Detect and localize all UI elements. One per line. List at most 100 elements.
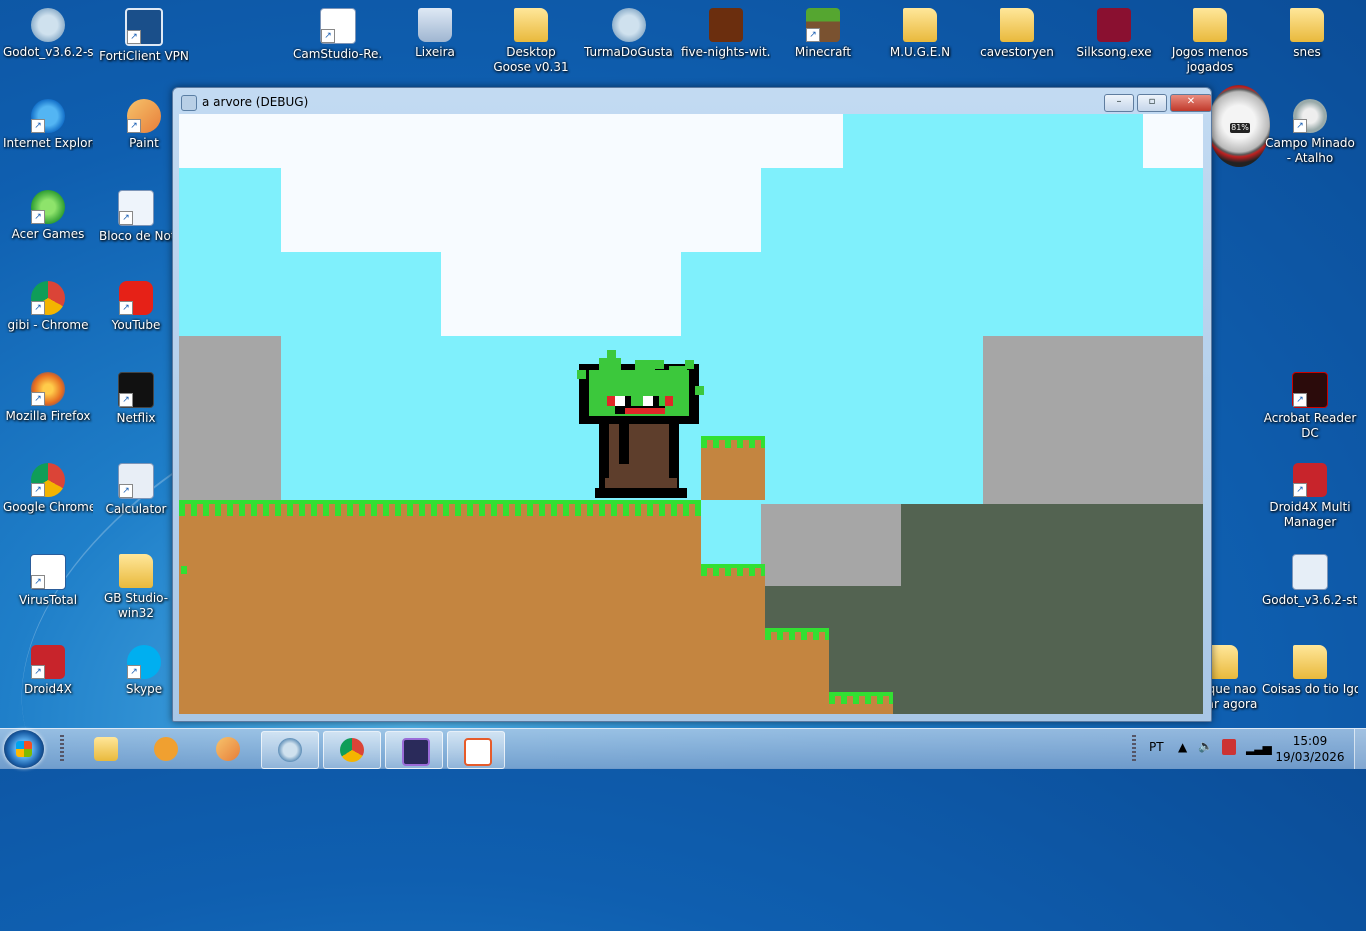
godot-setup-icon <box>1292 554 1328 590</box>
desktop-icon-internet-explorer[interactable]: ↗ Internet Explorer <box>3 99 93 151</box>
folder-icon <box>119 554 153 588</box>
folder-icon <box>514 8 548 42</box>
taskbar-clock[interactable]: 15:09 19/03/2026 <box>1270 733 1350 765</box>
tree-cheek <box>607 396 615 406</box>
chrome-icon: ↗ <box>31 463 65 497</box>
game-viewport[interactable] <box>179 114 1203 714</box>
desktop-icon-forticlient[interactable]: ↗ FortiClient VPN <box>99 8 189 64</box>
desktop-icon-label: Desktop Goose v0.31 <box>493 45 569 74</box>
desktop-icon-label: five-nights-wit... <box>681 45 771 59</box>
game-window[interactable]: a arvore (DEBUG) – ▫ ✕ <box>172 87 1212 722</box>
taskbar-godot[interactable] <box>261 731 319 769</box>
desktop-icon-virustotal[interactable]: ↗ VirusTotal <box>3 554 93 608</box>
desktop-icon-label: cavestoryen <box>980 45 1054 59</box>
start-button[interactable] <box>4 730 44 768</box>
desktop-icon-firefox[interactable]: ↗ Mozilla Firefox <box>3 372 93 424</box>
leaf-pixel <box>695 386 704 395</box>
paint-icon: ↗ <box>127 99 161 133</box>
desktop-icon-youtube[interactable]: ↗ YouTube <box>99 281 173 333</box>
minimize-button[interactable]: – <box>1104 94 1134 112</box>
desktop-icon-label: snes <box>1293 45 1321 59</box>
show-desktop-button[interactable] <box>1354 729 1366 769</box>
taskbar-grip[interactable] <box>60 735 64 763</box>
speaker-icon[interactable]: 🔈 <box>1198 739 1213 753</box>
grass-top <box>179 502 701 516</box>
desktop-icon-snes[interactable]: snes <box>1262 8 1352 60</box>
desktop-icon-label: YouTube <box>111 318 161 332</box>
desktop-icon-minecraft[interactable]: ↗ Minecraft <box>778 8 868 60</box>
firefox-icon: ↗ <box>31 372 65 406</box>
grass-edge <box>179 500 701 504</box>
youtube-icon: ↗ <box>119 281 153 315</box>
desktop-icon-bloco-de-notas[interactable]: ↗ Bloco de Not <box>99 190 173 244</box>
desktop-icon-label: CamStudio-Re... <box>293 47 383 61</box>
tray-grip[interactable] <box>1132 735 1136 763</box>
desktop-icon-turmadogusta[interactable]: TurmaDoGusta... <box>584 8 674 60</box>
acrobat-icon: ↗ <box>1292 372 1328 408</box>
leaf-pixel <box>655 360 664 369</box>
folder-icon <box>903 8 937 42</box>
desktop-icon-camstudio[interactable]: ↗ CamStudio-Re... <box>293 8 383 62</box>
desktop-icon-label: Campo Minado - Atalho <box>1265 136 1355 165</box>
desktop-icon-label: gibi - Chrome <box>7 318 89 332</box>
taskbar-explorer[interactable] <box>78 731 134 767</box>
taskbar-chrome[interactable] <box>323 731 381 769</box>
desktop-icon-label: GB Studio-win32 <box>103 591 169 620</box>
desktop-icon-droid4x[interactable]: ↗ Droid4X <box>3 645 93 697</box>
desktop-icon-gb-studio[interactable]: GB Studio-win32 <box>99 554 173 621</box>
desktop-icon-label: Acrobat Reader DC <box>1263 411 1357 440</box>
signal-icon[interactable]: ▂▃▅ <box>1246 741 1272 755</box>
desktop-icon-mugen[interactable]: M.U.G.E.N <box>875 8 965 60</box>
desktop-icon-netflix[interactable]: ↗ Netflix <box>99 372 173 426</box>
leaf-pixel <box>607 350 616 359</box>
dark-stone-block <box>901 504 1203 714</box>
desktop-icon-jogos-menos-jogados[interactable]: Jogos menos jogados <box>1165 8 1255 75</box>
taskbar-recorder[interactable] <box>447 731 505 769</box>
cloud <box>441 252 681 336</box>
taskbar-media-player[interactable] <box>138 731 194 767</box>
desktop-icon-silksong[interactable]: Silksong.exe <box>1069 8 1159 60</box>
language-indicator[interactable]: PT <box>1149 740 1164 754</box>
desktop-icon-coisas-tio-igor[interactable]: Coisas do tio Igor <box>1262 645 1358 697</box>
folder-icon <box>1293 645 1327 679</box>
desktop-icon-droid4x-multi[interactable]: ↗ Droid4X Multi Manager <box>1262 463 1358 530</box>
desktop-icon-campo-minado[interactable]: ↗ Campo Minado - Atalho <box>1262 99 1358 166</box>
desktop-icon-calculator[interactable]: ↗ Calculator <box>99 463 173 517</box>
desktop-icon-label: Mozilla Firefox <box>5 409 91 423</box>
recorder-icon <box>464 738 492 766</box>
stone-block <box>179 336 281 502</box>
desktop-icon-godot-setup[interactable]: Godot_v3.6.2-st... <box>1262 554 1358 608</box>
grass-edge <box>701 436 765 440</box>
taskbar-game-app[interactable] <box>385 731 443 769</box>
ground-dirt <box>179 500 701 714</box>
netflix-icon: ↗ <box>118 372 154 408</box>
windows-logo-icon <box>16 741 32 757</box>
desktop-icon-acer-games[interactable]: ↗ Acer Games <box>3 190 93 242</box>
desktop-icon-google-chrome[interactable]: ↗ Google Chrome <box>3 463 93 515</box>
cpu-meter-gadget[interactable]: 81% <box>1208 85 1270 167</box>
taskbar-paint[interactable] <box>200 731 256 767</box>
minesweeper-icon: ↗ <box>1293 99 1327 133</box>
desktop-icon-gibi-chrome[interactable]: ↗ gibi - Chrome <box>3 281 93 333</box>
silksong-icon <box>1097 8 1131 42</box>
tray-expand-icon[interactable]: ▲ <box>1178 740 1187 754</box>
desktop-icon-acrobat[interactable]: ↗ Acrobat Reader DC <box>1262 372 1358 441</box>
desktop-icon-label: Acer Games <box>11 227 85 241</box>
desktop-icon-godot[interactable]: Godot_v3.6.2-s... <box>3 8 93 60</box>
desktop-icon-lixeira[interactable]: Lixeira <box>390 8 480 60</box>
network-alert-icon[interactable] <box>1222 739 1236 755</box>
notepad-icon: ↗ <box>118 190 154 226</box>
clock-time: 15:09 <box>1292 734 1328 748</box>
cloud <box>1143 114 1203 168</box>
maximize-button[interactable]: ▫ <box>1137 94 1167 112</box>
desktop-icon-cavestory[interactable]: cavestoryen <box>972 8 1062 60</box>
desktop-icon-label: M.U.G.E.N <box>889 45 951 59</box>
acer-games-icon: ↗ <box>31 190 65 224</box>
desktop-icon-desktop-goose[interactable]: Desktop Goose v0.31 <box>486 8 576 75</box>
window-titlebar[interactable]: a arvore (DEBUG) – ▫ ✕ <box>173 88 1212 115</box>
desktop-icon-label: Godot_v3.6.2-s... <box>3 45 93 59</box>
desktop-icon-fnaf[interactable]: five-nights-wit... <box>681 8 771 60</box>
chrome-icon <box>340 738 364 762</box>
godot-icon <box>612 8 646 42</box>
close-button[interactable]: ✕ <box>1170 94 1212 112</box>
